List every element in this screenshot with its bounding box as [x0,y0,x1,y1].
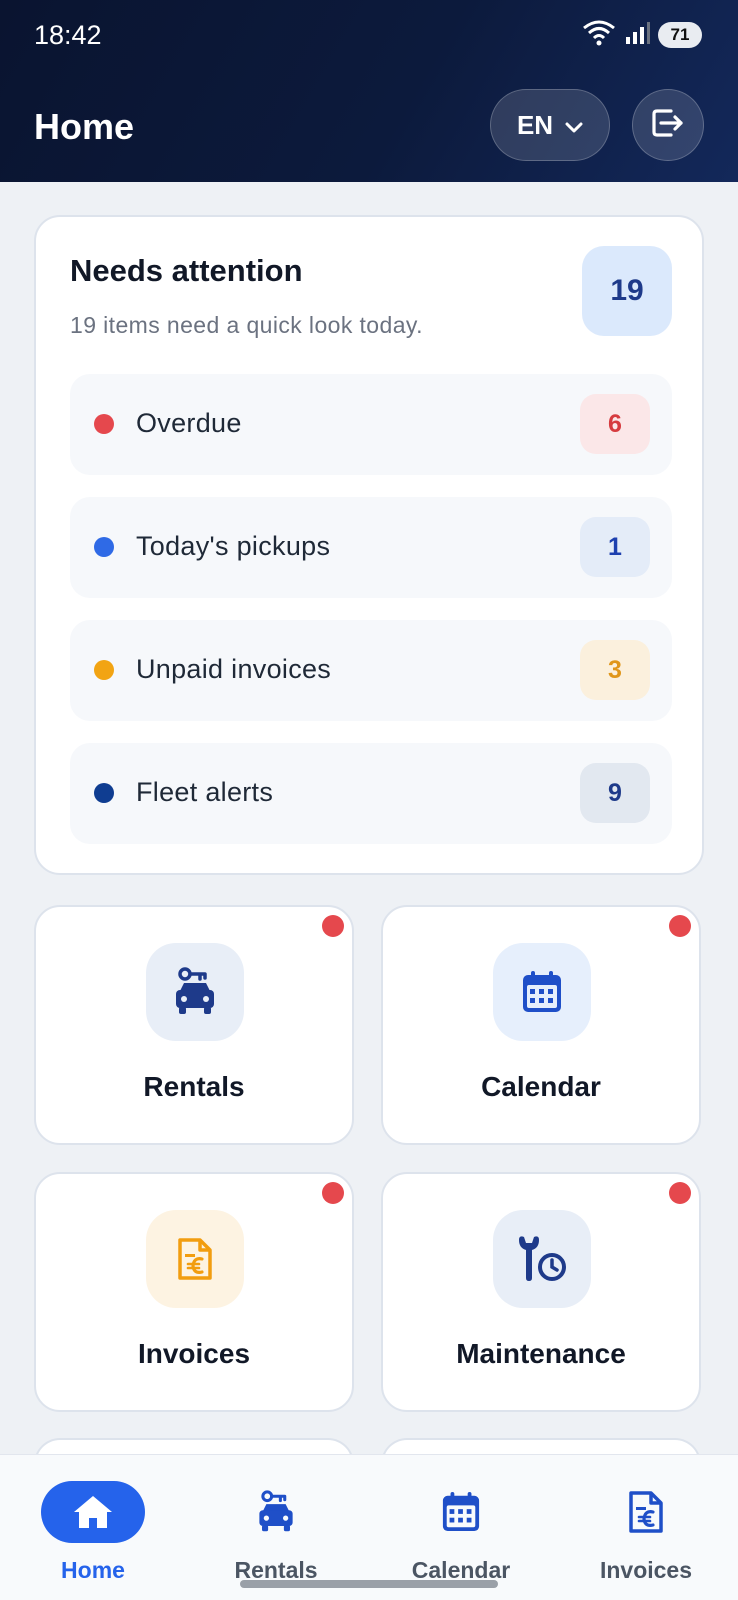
bottom-navigation: Home Rentals Calendar Invoices [0,1454,738,1600]
battery-icon: 71 [658,22,702,48]
notification-dot [669,915,691,937]
car-key-icon [224,1481,328,1543]
chevron-down-icon [565,110,583,141]
home-icon [41,1481,145,1543]
home-indicator[interactable] [240,1580,498,1588]
wifi-icon [582,19,616,52]
count-badge: 9 [580,763,650,823]
nav-home[interactable]: Home [13,1455,173,1583]
notification-dot [322,915,344,937]
attention-row-unpaid-invoices[interactable]: Unpaid invoices 3 [70,620,672,721]
status-dot [94,660,114,680]
needs-attention-card: Needs attention 19 items need a quick lo… [34,215,704,875]
notification-dot [322,1182,344,1204]
count-badge: 1 [580,517,650,577]
invoice-euro-icon [594,1481,698,1543]
tile-label: Rentals [143,1071,245,1102]
calendar-icon [409,1481,513,1543]
status-dot [94,537,114,557]
attention-row-overdue[interactable]: Overdue 6 [70,374,672,475]
status-dot [94,783,114,803]
nav-invoices[interactable]: Invoices [566,1455,726,1583]
page-title: Home [34,106,135,147]
count-badge: 3 [580,640,650,700]
invoice-euro-icon [146,1210,244,1308]
tile-label: Maintenance [456,1338,626,1369]
attention-total-badge: 19 [582,246,672,336]
language-label: EN [516,109,554,140]
signal-icon [624,20,650,51]
tile-rentals[interactable]: Rentals [34,905,354,1145]
tile-label: Calendar [481,1071,601,1102]
tile-maintenance[interactable]: Maintenance [381,1172,701,1412]
attention-row-label: Overdue [136,408,242,438]
tile-invoices[interactable]: Invoices [34,1172,354,1412]
notification-dot [669,1182,691,1204]
attention-row-label: Fleet alerts [136,777,274,807]
attention-row-todays-pickups[interactable]: Today's pickups 1 [70,497,672,598]
attention-row-fleet-alerts[interactable]: Fleet alerts 9 [70,743,672,844]
nav-calendar[interactable]: Calendar [381,1455,541,1583]
app-header: 18:42 71 Home EN [0,0,738,182]
tile-calendar[interactable]: Calendar [381,905,701,1145]
logout-button[interactable] [632,89,704,161]
logout-icon [651,107,685,144]
attention-title: Needs attention [70,253,303,288]
status-dot [94,414,114,434]
nav-label: Home [61,1557,125,1583]
count-badge: 6 [580,394,650,454]
attention-subtitle: 19 items need a quick look today. [70,312,423,338]
language-selector-button[interactable]: EN [490,89,610,161]
calendar-icon [493,943,591,1041]
status-time: 18:42 [34,20,102,50]
attention-row-label: Today's pickups [136,531,331,561]
car-key-icon [146,943,244,1041]
status-icons: 71 [582,20,702,50]
nav-rentals[interactable]: Rentals [196,1455,356,1583]
wrench-clock-icon [493,1210,591,1308]
nav-label: Invoices [599,1557,693,1583]
attention-row-label: Unpaid invoices [136,654,332,684]
tile-label: Invoices [137,1338,251,1369]
